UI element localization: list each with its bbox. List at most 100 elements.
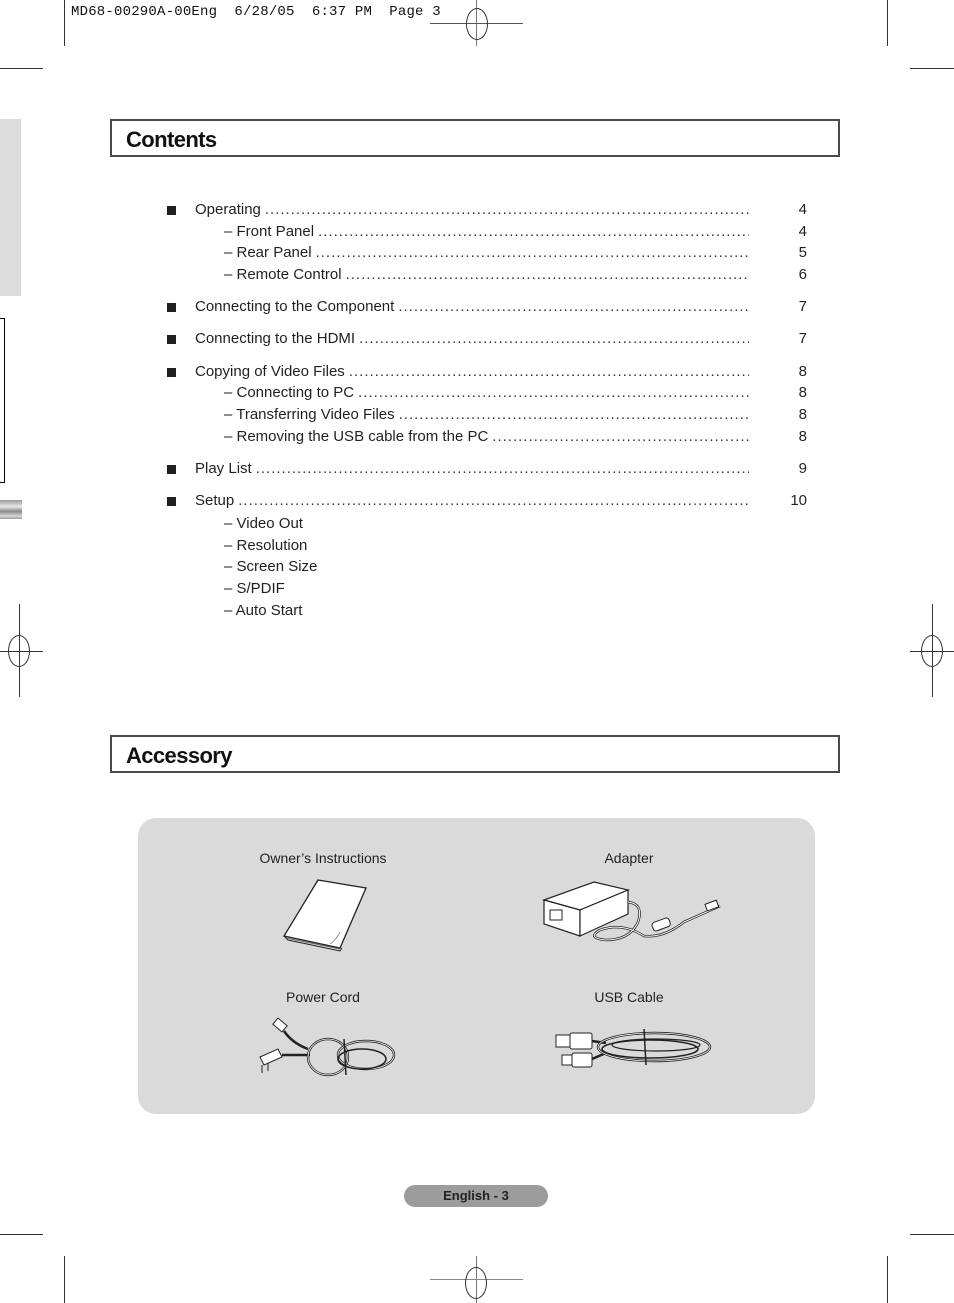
toc-entry[interactable]: – Front Panel 4 — [167, 222, 807, 244]
toc-entry[interactable]: – Remote Control 6 — [167, 265, 807, 287]
toc-entry-label: Operating — [195, 201, 261, 218]
toc-entry-label: – Rear Panel — [224, 244, 312, 262]
side-tab — [0, 119, 21, 296]
toc-entry[interactable]: – Connecting to PC 8 — [167, 383, 807, 405]
toc-entry-label: Play List — [195, 459, 252, 477]
print-slug: MD68-00290A-00Eng 6/28/05 6:37 PM Page 3 — [71, 4, 441, 20]
square-bullet-icon — [167, 206, 176, 215]
registration-mark — [466, 8, 488, 40]
crop-mark — [910, 1234, 954, 1235]
accessory-item-owners-instructions: Owner’s Instructions — [193, 850, 453, 952]
dot-leader — [318, 222, 749, 242]
toc-entry[interactable]: Play List 9 — [167, 459, 807, 481]
setup-subitem[interactable]: – Auto Start — [224, 600, 317, 622]
toc-entry[interactable]: – Transferring Video Files 8 — [167, 405, 807, 427]
setup-subitem[interactable]: – Screen Size — [224, 556, 317, 578]
registration-mark — [465, 1267, 487, 1299]
dot-leader — [358, 383, 749, 403]
toc-page-number: 5 — [798, 244, 807, 262]
dot-leader — [398, 297, 749, 317]
accessory-heading-box: Accessory — [110, 735, 840, 773]
toc-entry-text: Connecting to the HDMI — [195, 329, 749, 349]
setup-subitem[interactable]: – S/PDIF — [224, 578, 317, 600]
crop-mark — [887, 0, 888, 46]
toc-entry-label: – Transferring Video Files — [224, 406, 395, 423]
toc-entry-label: Copying of Video Files — [195, 362, 345, 380]
registration-mark — [8, 635, 30, 667]
toc-entry-label: Connecting to the Component — [195, 298, 395, 316]
square-bullet-icon — [167, 497, 176, 507]
toc-entry-text: Connecting to the Component — [195, 297, 749, 317]
power-adapter-icon — [542, 881, 721, 942]
toc-entry-text: – Front Panel — [224, 222, 749, 242]
accessory-item-usb-cable: USB Cable — [499, 989, 759, 1077]
toc-page-number: 8 — [798, 362, 807, 380]
toc-entry-text: – Transferring Video Files — [224, 405, 749, 425]
toc-page-number: 10 — [790, 492, 807, 510]
toc-entry[interactable]: Connecting to the Component 7 — [167, 297, 807, 319]
toc-entry[interactable]: Operating 4 — [167, 200, 807, 222]
table-of-contents: Operating4– Front Panel4– Rear Panel5– R… — [167, 200, 807, 513]
toc-entry-text: Operating — [195, 200, 749, 220]
square-bullet-icon — [167, 464, 176, 474]
accessory-name: USB Cable — [594, 989, 664, 1005]
toc-entry-label: Connecting to the HDMI — [195, 330, 356, 348]
toc-entry[interactable]: Connecting to the HDMI 7 — [167, 329, 807, 351]
power-cord-icon — [259, 1017, 396, 1077]
crop-mark — [910, 68, 954, 69]
dot-leader — [346, 265, 749, 285]
toc-page-number: 4 — [798, 222, 807, 240]
toc-entry-label: Setup — [195, 492, 235, 510]
dot-leader — [399, 405, 749, 425]
contents-heading-box: Contents — [110, 119, 840, 157]
dot-leader — [359, 329, 749, 349]
accessory-item-adapter: Adapter — [499, 850, 759, 952]
dot-leader — [349, 362, 749, 382]
toc-entry[interactable]: Setup 10 — [167, 491, 807, 513]
toc-entry[interactable]: Copying of Video Files 8 — [167, 362, 807, 384]
toc-page-number: 4 — [798, 201, 807, 218]
accessory-title: Accessory — [126, 743, 233, 768]
accessory-item-power-cord: Power Cord — [193, 989, 453, 1089]
usb-cable-icon — [555, 1028, 712, 1068]
toc-page-number: 9 — [798, 459, 807, 477]
contents-title: Contents — [126, 127, 217, 152]
toc-entry-text: – Rear Panel — [224, 243, 749, 263]
accessory-name: Power Cord — [286, 989, 360, 1005]
accessory-name: Adapter — [604, 850, 654, 866]
toc-entry-text: – Removing the USB cable from the PC — [224, 427, 749, 447]
toc-page-number: 8 — [798, 427, 807, 445]
setup-subitem[interactable]: – Video Out — [224, 513, 317, 535]
toc-entry[interactable]: – Rear Panel 5 — [167, 243, 807, 265]
crop-mark — [64, 1256, 65, 1303]
crop-mark — [0, 68, 43, 69]
accessory-name: Owner’s Instructions — [259, 850, 387, 866]
toc-entry-text: Copying of Video Files — [195, 362, 749, 382]
side-box — [0, 318, 5, 483]
square-bullet-icon — [167, 367, 176, 377]
toc-entry[interactable]: – Removing the USB cable from the PC 8 — [167, 427, 807, 449]
toc-entry-text: Setup — [195, 491, 749, 511]
dot-leader — [256, 459, 749, 479]
crop-mark — [0, 1234, 43, 1235]
setup-subitem[interactable]: – Resolution — [224, 535, 317, 557]
toc-entry-text: – Remote Control — [224, 265, 749, 285]
toc-entry-label: – Connecting to PC — [224, 384, 355, 402]
toc-entry-label: – Front Panel — [224, 222, 315, 240]
crop-mark — [64, 0, 65, 46]
setup-subitems: – Video Out – Resolution – Screen Size – S/… — [224, 513, 317, 622]
page-number-badge: English - 3 — [404, 1185, 548, 1207]
toc-entry-text: – Connecting to PC — [224, 383, 749, 403]
registration-mark — [921, 635, 943, 667]
toc-page-number: 8 — [798, 406, 807, 423]
dot-leader — [265, 200, 749, 220]
square-bullet-icon — [167, 335, 176, 345]
dot-leader — [238, 491, 749, 511]
toc-entry-label: – Removing the USB cable from the PC — [224, 427, 489, 445]
dot-leader — [492, 427, 749, 447]
manual-booklet-icon — [282, 879, 367, 952]
toc-entry-label: – Remote Control — [224, 266, 342, 284]
toc-page-number: 7 — [798, 330, 807, 348]
accessory-panel: Owner’s Instructions Adapter Power Cord — [138, 818, 815, 1114]
side-gradient-bar — [0, 500, 22, 519]
